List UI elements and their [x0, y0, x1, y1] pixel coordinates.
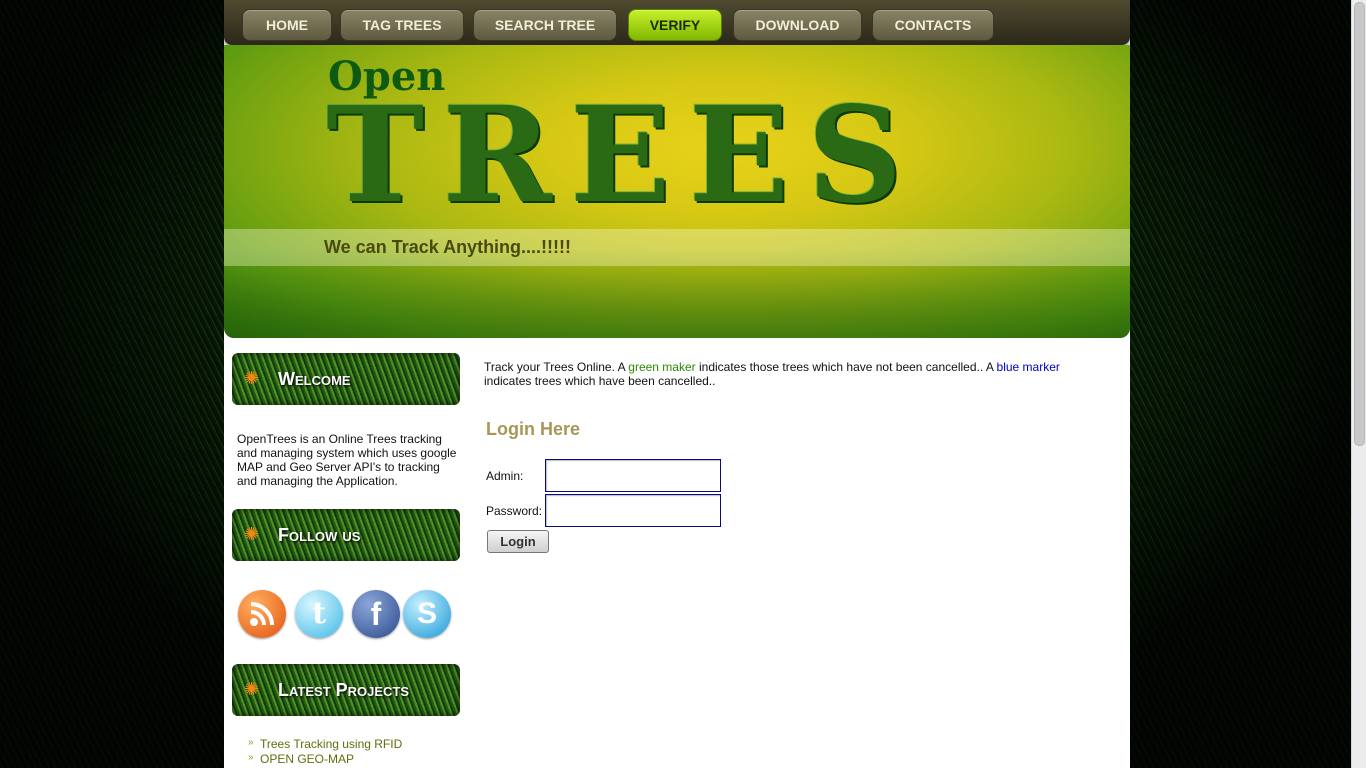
welcome-heading: Welcome — [278, 369, 351, 389]
intro-text: Track your Trees Online. A green maker i… — [484, 360, 1084, 388]
project-link-rfid[interactable]: Trees Tracking using RFID — [260, 737, 402, 751]
nav-home[interactable]: HOME — [242, 9, 332, 41]
intro-part-1: Track your Trees Online. A — [484, 360, 629, 374]
top-navigation: HOME TAG TREES SEARCH TREE VERIFY DOWNLO… — [224, 0, 1130, 45]
rss-icon[interactable] — [238, 590, 286, 638]
intro-part-2: indicates those trees which have not bee… — [695, 360, 997, 374]
follow-heading: Follow us — [278, 525, 361, 545]
login-title: Login Here — [486, 419, 581, 439]
welcome-text: OpenTrees is an Online Trees tracking an… — [237, 432, 457, 488]
tagline-bar: We can Track Anything....!!!!! — [224, 229, 1130, 266]
green-marker-text: green maker — [628, 360, 696, 374]
projects-heading-box: ✺ Latest Projects — [232, 664, 460, 716]
scrollbar-thumb[interactable] — [1354, 2, 1365, 446]
nav-tag-trees[interactable]: TAG TREES — [340, 9, 464, 41]
nav-contacts[interactable]: CONTACTS — [872, 9, 994, 41]
skype-icon[interactable]: S — [403, 590, 451, 638]
password-input[interactable] — [545, 494, 721, 527]
blue-marker-text: blue marker — [996, 360, 1060, 374]
project-link-geomap[interactable]: OPEN GEO-MAP — [260, 752, 354, 766]
follow-heading-box: ✺ Follow us — [232, 509, 460, 561]
butterfly-icon: ✺ — [244, 368, 260, 388]
logo-trees-text: TREES — [326, 78, 921, 233]
vertical-scrollbar[interactable] — [1351, 0, 1366, 768]
header-banner: Open TREES We can Track Anything....!!!!… — [224, 45, 1130, 338]
login-button[interactable]: Login — [487, 530, 549, 553]
admin-input[interactable] — [545, 459, 721, 492]
tagline: We can Track Anything....!!!!! — [324, 237, 572, 257]
chevron-right-icon: » — [248, 737, 254, 748]
facebook-icon[interactable]: f — [352, 590, 400, 638]
projects-heading: Latest Projects — [278, 680, 410, 700]
chevron-right-icon: » — [248, 752, 254, 763]
page-container: HOME TAG TREES SEARCH TREE VERIFY DOWNLO… — [224, 0, 1130, 768]
intro-part-3: indicates trees which have been cancelle… — [484, 374, 716, 388]
twitter-icon[interactable]: t — [295, 590, 343, 638]
nav-search-tree[interactable]: SEARCH TREE — [473, 9, 617, 41]
nav-verify[interactable]: VERIFY — [628, 9, 722, 41]
admin-label: Admin: — [486, 469, 524, 483]
welcome-heading-box: ✺ Welcome — [232, 353, 460, 405]
nav-download[interactable]: DOWNLOAD — [733, 9, 862, 41]
butterfly-icon: ✺ — [244, 524, 260, 544]
password-label: Password: — [486, 504, 543, 518]
butterfly-icon: ✺ — [244, 679, 260, 699]
